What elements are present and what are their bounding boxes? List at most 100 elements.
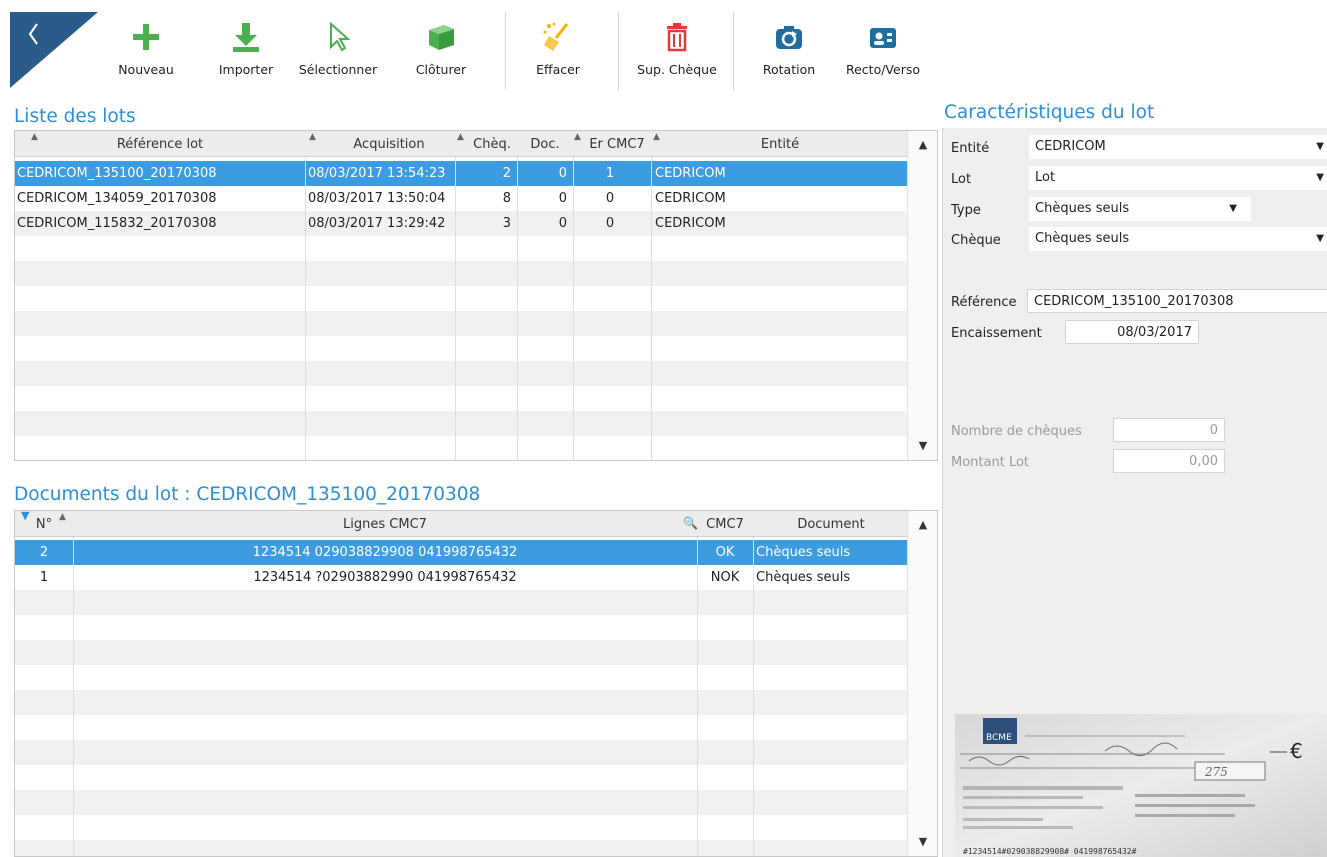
- column-divider: [455, 157, 456, 460]
- cell-cheq: 8: [502, 191, 511, 206]
- cell-acquisition: 08/03/2017 13:29:42: [308, 216, 446, 231]
- details-panel: Entité CEDRICOM ▼ Lot Lot ▼ Type Chèques…: [942, 128, 1327, 857]
- col-numero[interactable]: N°: [15, 511, 73, 537]
- column-divider: [651, 157, 652, 460]
- column-divider: [305, 157, 306, 460]
- euro-symbol: €: [1290, 739, 1303, 763]
- empty-row: [15, 311, 907, 336]
- empty-row: [15, 411, 907, 436]
- cheque-select[interactable]: Chèques seuls ▼: [1029, 227, 1327, 251]
- cell-entite: CEDRICOM: [655, 191, 726, 206]
- bank-logo-text: BCME: [986, 733, 1012, 743]
- col-reference-lot[interactable]: Référence lot: [15, 131, 305, 157]
- column-divider: [753, 537, 754, 856]
- search-icon[interactable]: 🔍: [683, 516, 698, 530]
- table-row[interactable]: 1 1234514 ?02903882990 041998765432 NOK …: [15, 565, 907, 590]
- cell-entite: CEDRICOM: [655, 216, 726, 231]
- cell-acquisition: 08/03/2017 13:54:23: [308, 166, 446, 181]
- erase-label: Effacer: [536, 62, 580, 77]
- toolbar-separator: [505, 12, 506, 90]
- entite-value: CEDRICOM: [1035, 139, 1106, 154]
- erase-button[interactable]: Effacer: [528, 20, 588, 77]
- type-select[interactable]: Chèques seuls ▼: [1029, 197, 1251, 221]
- select-button[interactable]: Sélectionner: [288, 20, 388, 77]
- micr-line: #1234514#029038829908# 041998765432#: [963, 847, 1137, 856]
- cell-cmc7-line: 1234514 ?02903882990 041998765432: [253, 570, 517, 585]
- empty-row: [15, 386, 907, 411]
- empty-row: [15, 261, 907, 286]
- documents-title: Documents du lot : CEDRICOM_135100_20170…: [14, 484, 481, 505]
- lots-scrollbar[interactable]: ▲ ▼: [907, 131, 937, 460]
- toolbar-separator: [733, 12, 734, 90]
- recto-verso-button[interactable]: Recto/Verso: [840, 20, 926, 77]
- lots-title: Liste des lots: [14, 106, 136, 127]
- empty-row: [15, 336, 907, 361]
- import-button[interactable]: Importer: [207, 20, 285, 77]
- col-er-cmc7[interactable]: Er CMC7: [573, 131, 651, 157]
- new-label: Nouveau: [118, 62, 174, 77]
- cheque-scan-image[interactable]: BCME 275 € #1234514#029038829908# 041998…: [955, 714, 1327, 857]
- scroll-up-icon[interactable]: ▲: [908, 135, 937, 155]
- scroll-down-icon[interactable]: ▼: [908, 832, 937, 852]
- cell-reference: CEDRICOM_135100_20170308: [17, 166, 217, 181]
- col-doc[interactable]: Doc.: [517, 131, 573, 157]
- rotation-button[interactable]: Rotation: [748, 20, 830, 77]
- scroll-down-icon[interactable]: ▼: [908, 436, 937, 456]
- chevron-down-icon: ▼: [1316, 233, 1324, 244]
- plus-icon: [133, 24, 159, 50]
- close-lot-button[interactable]: Clôturer: [405, 20, 477, 77]
- col-cheq[interactable]: Chèq.: [455, 131, 517, 157]
- col-entite[interactable]: Entité: [651, 131, 909, 157]
- empty-row: [15, 286, 907, 311]
- documents-scrollbar[interactable]: ▲ ▼: [907, 511, 937, 856]
- cursor-icon: [330, 21, 351, 52]
- chevron-down-icon: ▼: [1229, 203, 1237, 214]
- entite-label: Entité: [951, 141, 990, 156]
- lots-grid-header: ▲ Référence lot ▲ Acquisition ▲ Chèq. Do…: [15, 131, 907, 157]
- documents-grid-body: 2 1234514 029038829908 041998765432 OK C…: [15, 537, 907, 856]
- empty-row: [15, 665, 907, 690]
- details-title: Caractéristiques du lot: [944, 102, 1155, 123]
- encaissement-field[interactable]: 08/03/2017: [1065, 320, 1199, 344]
- cell-er-cmc7: 1: [605, 166, 615, 181]
- column-divider: [697, 537, 698, 856]
- select-label: Sélectionner: [298, 62, 378, 77]
- col-cmc7[interactable]: CMC7: [697, 511, 753, 537]
- col-lignes-cmc7[interactable]: Lignes CMC7: [73, 511, 697, 537]
- rotate-camera-icon: [776, 26, 802, 49]
- encaissement-label: Encaissement: [951, 326, 1042, 341]
- cell-document: Chèques seuls: [756, 545, 851, 560]
- empty-row: [15, 790, 907, 815]
- cell-doc: 0: [558, 216, 567, 231]
- reference-field[interactable]: CEDRICOM_135100_20170308: [1027, 289, 1327, 313]
- table-row[interactable]: 2 1234514 029038829908 041998765432 OK C…: [15, 540, 907, 565]
- cell-er-cmc7: 0: [605, 216, 615, 231]
- cell-cmc7-status: NOK: [710, 570, 740, 585]
- cell-doc: 0: [558, 166, 567, 181]
- recto-verso-label: Recto/Verso: [845, 62, 921, 77]
- back-button[interactable]: [10, 12, 98, 88]
- column-divider: [573, 157, 574, 460]
- table-row[interactable]: CEDRICOM_115832_20170308 08/03/2017 13:2…: [15, 211, 907, 236]
- delete-cheque-button[interactable]: Sup. Chèque: [622, 20, 732, 77]
- table-row[interactable]: CEDRICOM_134059_20170308 08/03/2017 13:5…: [15, 186, 907, 211]
- empty-row: [15, 690, 907, 715]
- lot-select[interactable]: Lot ▼: [1029, 166, 1327, 190]
- broom-icon: [543, 22, 569, 51]
- empty-row: [15, 740, 907, 765]
- col-document[interactable]: Document: [753, 511, 909, 537]
- empty-row: [15, 840, 907, 856]
- type-value: Chèques seuls: [1035, 201, 1130, 216]
- new-button[interactable]: Nouveau: [111, 20, 181, 77]
- cell-numero: 1: [39, 570, 49, 585]
- lot-label: Lot: [951, 172, 972, 187]
- column-divider: [517, 157, 518, 460]
- cell-cmc7-line: 1234514 029038829908 041998765432: [252, 545, 518, 560]
- scroll-up-icon[interactable]: ▲: [908, 515, 937, 535]
- montant-label: Montant Lot: [951, 455, 1030, 470]
- table-row[interactable]: CEDRICOM_135100_20170308 08/03/2017 13:5…: [15, 161, 907, 186]
- entite-select[interactable]: CEDRICOM ▼: [1029, 135, 1327, 159]
- empty-row: [15, 615, 907, 640]
- col-acquisition[interactable]: Acquisition: [305, 131, 455, 157]
- nb-cheques-label: Nombre de chèques: [951, 424, 1082, 439]
